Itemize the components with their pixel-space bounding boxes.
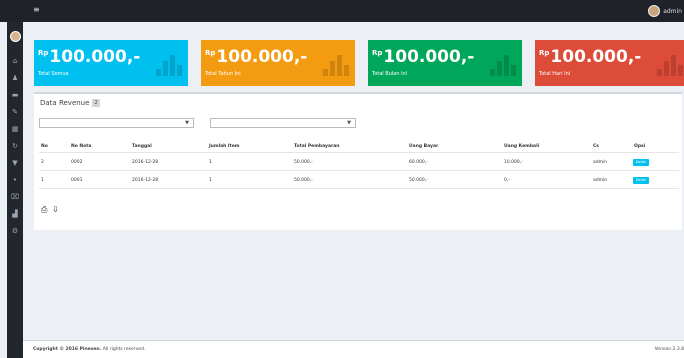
col-header-jumlah-item: Jumlah Item — [209, 144, 240, 149]
list-icon[interactable]: ▬ — [7, 86, 23, 103]
row-1-no-nota: 0002 — [71, 160, 83, 165]
filter-select-1[interactable]: ▼ — [39, 118, 194, 128]
revenue-box: Data Revenue 2 ▼ ▼ No No Nota Tanggal Ju… — [34, 92, 682, 230]
user-icon[interactable]: ♟ — [7, 69, 23, 86]
row-2-total: 50.000,- — [294, 178, 313, 183]
row-2-detail-button[interactable]: Detail — [633, 177, 649, 184]
row-1-detail-button[interactable]: Detail — [633, 159, 649, 166]
export-icon[interactable]: ⇩ — [52, 205, 59, 214]
row-2-no: 1 — [41, 178, 44, 183]
col-header-cs: Cs — [593, 144, 599, 149]
row-divider — [39, 152, 679, 153]
box-title: Data Revenue 2 — [40, 99, 100, 107]
row-1-total: 50.000,- — [294, 160, 313, 165]
tile-currency: Rp — [539, 49, 550, 57]
tile-value: Rp100.000,- — [38, 47, 140, 67]
filter-select-2[interactable]: ▼ — [210, 118, 356, 128]
row-2-jumlah-item: 1 — [209, 178, 212, 183]
count-badge: 2 — [92, 99, 100, 107]
box-title-text: Data Revenue — [40, 99, 90, 107]
cart-icon[interactable]: ▼ — [7, 154, 23, 171]
tile-label: Total Hari Ini — [539, 71, 571, 77]
settings-icon[interactable]: ⚙ — [7, 222, 23, 239]
tile-value: Rp100.000,- — [539, 47, 641, 67]
tile-currency: Rp — [205, 49, 216, 57]
row-2-tanggal: 2016-12-28 — [132, 178, 159, 183]
copyright-text: Copyright © 2016 Pinesen. — [33, 347, 102, 352]
bar-chart-icon — [490, 54, 516, 76]
tile-label: Total Bulan Ini — [372, 71, 408, 77]
total-all-tile: Rp100.000,- Total Semua — [34, 40, 188, 86]
refresh-icon[interactable]: ↻ — [7, 137, 23, 154]
tile-amount: 100.000,- — [550, 47, 642, 67]
row-2-no-nota: 0001 — [71, 178, 83, 183]
rights-text: All rights reserved. — [102, 347, 146, 352]
row-1-no: 2 — [41, 160, 44, 165]
chevron-down-icon: ▼ — [185, 120, 189, 126]
dot-icon[interactable]: • — [7, 171, 23, 188]
col-header-uang-kembali: Uang Kembali — [504, 144, 540, 149]
bar-chart-icon — [323, 54, 349, 76]
tag-icon[interactable]: ✎ — [7, 103, 23, 120]
chart-icon[interactable]: ▟ — [7, 205, 23, 222]
menu-toggle-icon[interactable]: ≡ — [33, 6, 41, 14]
tile-value: Rp100.000,- — [205, 47, 307, 67]
total-day-tile: Rp100.000,- Total Hari Ini — [535, 40, 684, 86]
footer-copyright: Copyright © 2016 Pinesen. All rights res… — [33, 347, 145, 352]
tile-value: Rp100.000,- — [372, 47, 474, 67]
total-year-tile: Rp100.000,- Total Tahun Ini — [201, 40, 355, 86]
tile-label: Total Semua — [38, 71, 69, 77]
col-header-no: No — [41, 144, 48, 149]
row-1-tanggal: 2016-12-28 — [132, 160, 159, 165]
footer-version: Version 2.3.8 — [654, 347, 684, 352]
bar-chart-icon — [156, 54, 182, 76]
tile-amount: 100.000,- — [49, 47, 141, 67]
user-menu[interactable]: admin — [648, 4, 684, 18]
footer: Copyright © 2016 Pinesen. All rights res… — [23, 340, 684, 358]
row-divider — [39, 188, 679, 189]
sidebar: ⌂ ♟ ▬ ✎ ▦ ↻ ▼ • ⌧ ▟ ⚙ — [7, 22, 23, 358]
row-2-uang-kembali: 0,- — [504, 178, 510, 183]
row-1-uang-bayar: 60.000,- — [409, 160, 428, 165]
print-icon[interactable]: ⎙ — [41, 205, 47, 215]
col-header-total-pembayaran: Total Pembayaran — [294, 144, 340, 149]
row-2-uang-bayar: 50.000,- — [409, 178, 428, 183]
col-header-tanggal: Tanggal — [132, 144, 152, 149]
user-name[interactable]: admin — [663, 8, 682, 15]
dashboard-icon[interactable]: ⌂ — [7, 52, 23, 69]
top-navbar: ≡ admin — [0, 0, 684, 22]
tile-label: Total Tahun Ini — [205, 71, 241, 77]
tile-currency: Rp — [372, 49, 383, 57]
row-divider — [39, 170, 679, 171]
trash-icon[interactable]: ⌧ — [7, 188, 23, 205]
col-header-opsi: Opsi — [634, 144, 646, 149]
sidebar-avatar[interactable] — [9, 31, 21, 42]
row-1-uang-kembali: 10.000,- — [504, 160, 523, 165]
user-avatar[interactable] — [648, 5, 661, 17]
table-icon[interactable]: ▦ — [7, 120, 23, 137]
chevron-down-icon: ▼ — [347, 120, 351, 126]
row-2-cs: admin — [593, 178, 608, 183]
col-header-no-nota: No Nota — [71, 144, 92, 149]
tile-currency: Rp — [38, 49, 49, 57]
main-content: Rp100.000,- Total Semua Rp100.000,- Tota… — [23, 22, 684, 358]
bar-chart-icon — [657, 54, 683, 76]
tile-amount: 100.000,- — [216, 47, 308, 67]
row-1-cs: admin — [593, 160, 608, 165]
row-1-jumlah-item: 1 — [209, 160, 212, 165]
total-month-tile: Rp100.000,- Total Bulan Ini — [368, 40, 522, 86]
col-header-uang-bayar: Uang Bayar — [409, 144, 439, 149]
tile-amount: 100.000,- — [383, 47, 475, 67]
